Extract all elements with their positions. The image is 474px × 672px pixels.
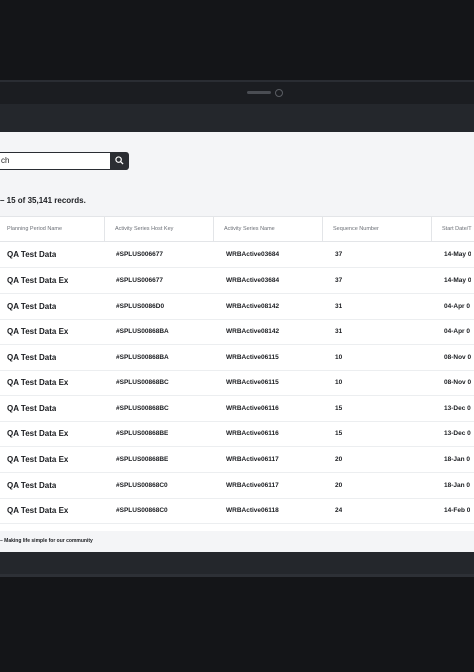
cell-series-name: WRBActive03684 (226, 277, 280, 284)
cell-start-date: 18-Jan 0 (444, 456, 471, 463)
cell-planning-period: QA Test Data Ex (7, 455, 69, 464)
cell-host-key: #SPLUS00868C0 (116, 482, 168, 489)
cell-host-key: #SPLUS00868BA (116, 354, 169, 361)
cell-series-name: WRBActive06118 (226, 507, 279, 514)
cell-sequence: 31 (335, 303, 343, 310)
device-top-bar (0, 82, 474, 104)
app-header-band (0, 104, 474, 132)
device-bezel-top (0, 0, 474, 80)
cell-start-date: 13-Dec 0 (444, 405, 471, 412)
table-row[interactable]: QA Test Data Ex #SPLUS006677 WRBActive0368… (0, 268, 474, 294)
table-row[interactable]: QA Test Data #SPLUS00868BA WRBActive06115 1… (0, 345, 474, 371)
cell-series-name: WRBActive08142 (226, 303, 280, 310)
device-bezel-bottom (0, 577, 474, 672)
column-header[interactable]: Start Date/T (432, 217, 474, 241)
table-row[interactable]: QA Test Data Ex #SPLUS00868C0 WRBActive061… (0, 498, 474, 524)
cell-planning-period: QA Test Data Ex (7, 506, 69, 515)
cell-start-date: 18-Jan 0 (444, 482, 471, 489)
cell-planning-period: QA Test Data (7, 481, 57, 490)
cell-sequence: 24 (335, 507, 343, 514)
cell-sequence: 10 (335, 354, 343, 361)
cell-sequence: 20 (335, 482, 343, 489)
cell-series-name: WRBActive06117 (226, 456, 279, 463)
table-row[interactable]: QA Test Data #SPLUS006677 WRBActive03684 37… (0, 242, 474, 268)
cell-sequence: 15 (335, 405, 343, 412)
cell-planning-period: QA Test Data (7, 404, 57, 413)
cell-planning-period: QA Test Data Ex (7, 429, 69, 438)
column-header[interactable]: Sequence Number (323, 217, 432, 241)
cell-host-key: #SPLUS006677 (116, 277, 163, 284)
cell-series-name: WRBActive06115 (226, 379, 279, 386)
main-content: ch – 15 of 35,141 records. Planning Peri… (0, 132, 474, 552)
cell-series-name: WRBActive06116 (226, 405, 279, 412)
footer-tagline: – Making life simple for our community (0, 538, 93, 544)
column-header[interactable]: Planning Period Name (0, 217, 105, 241)
cell-start-date: 14-Feb 0 (444, 507, 471, 514)
cell-planning-period: QA Test Data (7, 302, 57, 311)
device-bottom-band (0, 552, 474, 574)
cell-planning-period: QA Test Data Ex (7, 327, 69, 336)
camera-icon (275, 89, 283, 97)
cell-series-name: WRBActive06116 (226, 430, 279, 437)
cell-series-name: WRBActive06117 (226, 482, 279, 489)
search-button[interactable] (110, 152, 129, 170)
cell-sequence: 37 (335, 251, 343, 258)
table-row[interactable]: QA Test Data Ex #SPLUS00868BE WRBActive061… (0, 421, 474, 447)
cell-series-name: WRBActive03684 (226, 251, 280, 258)
column-header[interactable]: Activity Series Host Key (105, 217, 214, 241)
table-row[interactable]: QA Test Data #SPLUS0086D0 WRBActive08142 31… (0, 294, 474, 320)
cell-host-key: #SPLUS00868BA (116, 328, 169, 335)
cell-planning-period: QA Test Data Ex (7, 378, 69, 387)
column-header[interactable]: Activity Series Name (214, 217, 323, 241)
cell-series-name: WRBActive06115 (226, 354, 279, 361)
cell-planning-period: QA Test Data Ex (7, 276, 69, 285)
cell-planning-period: QA Test Data (7, 250, 57, 259)
cell-host-key: #SPLUS00868BC (116, 379, 169, 386)
cell-sequence: 15 (335, 430, 343, 437)
cell-host-key: #SPLUS00868C0 (116, 507, 168, 514)
speaker-pill (247, 91, 271, 94)
cell-host-key: #SPLUS0086D0 (116, 303, 165, 310)
cell-host-key: #SPLUS00868BC (116, 405, 169, 412)
cell-host-key: #SPLUS006677 (116, 251, 163, 258)
cell-start-date: 14-May 0 (444, 277, 472, 284)
cell-start-date: 14-May 0 (444, 251, 472, 258)
cell-planning-period: QA Test Data (7, 353, 57, 362)
table-row[interactable]: QA Test Data #SPLUS00868C0 WRBActive06117 2… (0, 473, 474, 499)
cell-sequence: 31 (335, 328, 343, 335)
cell-host-key: #SPLUS00868BE (116, 456, 169, 463)
table-header: Planning Period Name Activity Series Hos… (0, 217, 474, 242)
cell-sequence: 20 (335, 456, 343, 463)
cell-series-name: WRBActive08142 (226, 328, 280, 335)
cell-start-date: 13-Dec 0 (444, 430, 471, 437)
footer: – Making life simple for our community (0, 532, 474, 552)
cell-start-date: 04-Apr 0 (444, 328, 471, 335)
table-row[interactable]: QA Test Data Ex #SPLUS00868BA WRBActive081… (0, 319, 474, 345)
cell-start-date: 08-Nov 0 (444, 379, 472, 386)
search-input[interactable]: ch (0, 152, 111, 170)
cell-start-date: 08-Nov 0 (444, 354, 472, 361)
cell-sequence: 10 (335, 379, 343, 386)
cell-sequence: 37 (335, 277, 343, 284)
records-count: – 15 of 35,141 records. (0, 196, 86, 205)
cell-start-date: 04-Apr 0 (444, 303, 471, 310)
table-row[interactable]: QA Test Data Ex #SPLUS00868BC WRBActive061… (0, 370, 474, 396)
table-row[interactable]: QA Test Data Ex #SPLUS00868BE WRBActive061… (0, 447, 474, 473)
cell-host-key: #SPLUS00868BE (116, 430, 169, 437)
search-icon (115, 156, 124, 165)
results-table: Planning Period Name Activity Series Hos… (0, 216, 474, 531)
search-input-value[interactable]: ch (1, 156, 9, 165)
table-row[interactable]: QA Test Data #SPLUS00868BC WRBActive06116 1… (0, 396, 474, 422)
